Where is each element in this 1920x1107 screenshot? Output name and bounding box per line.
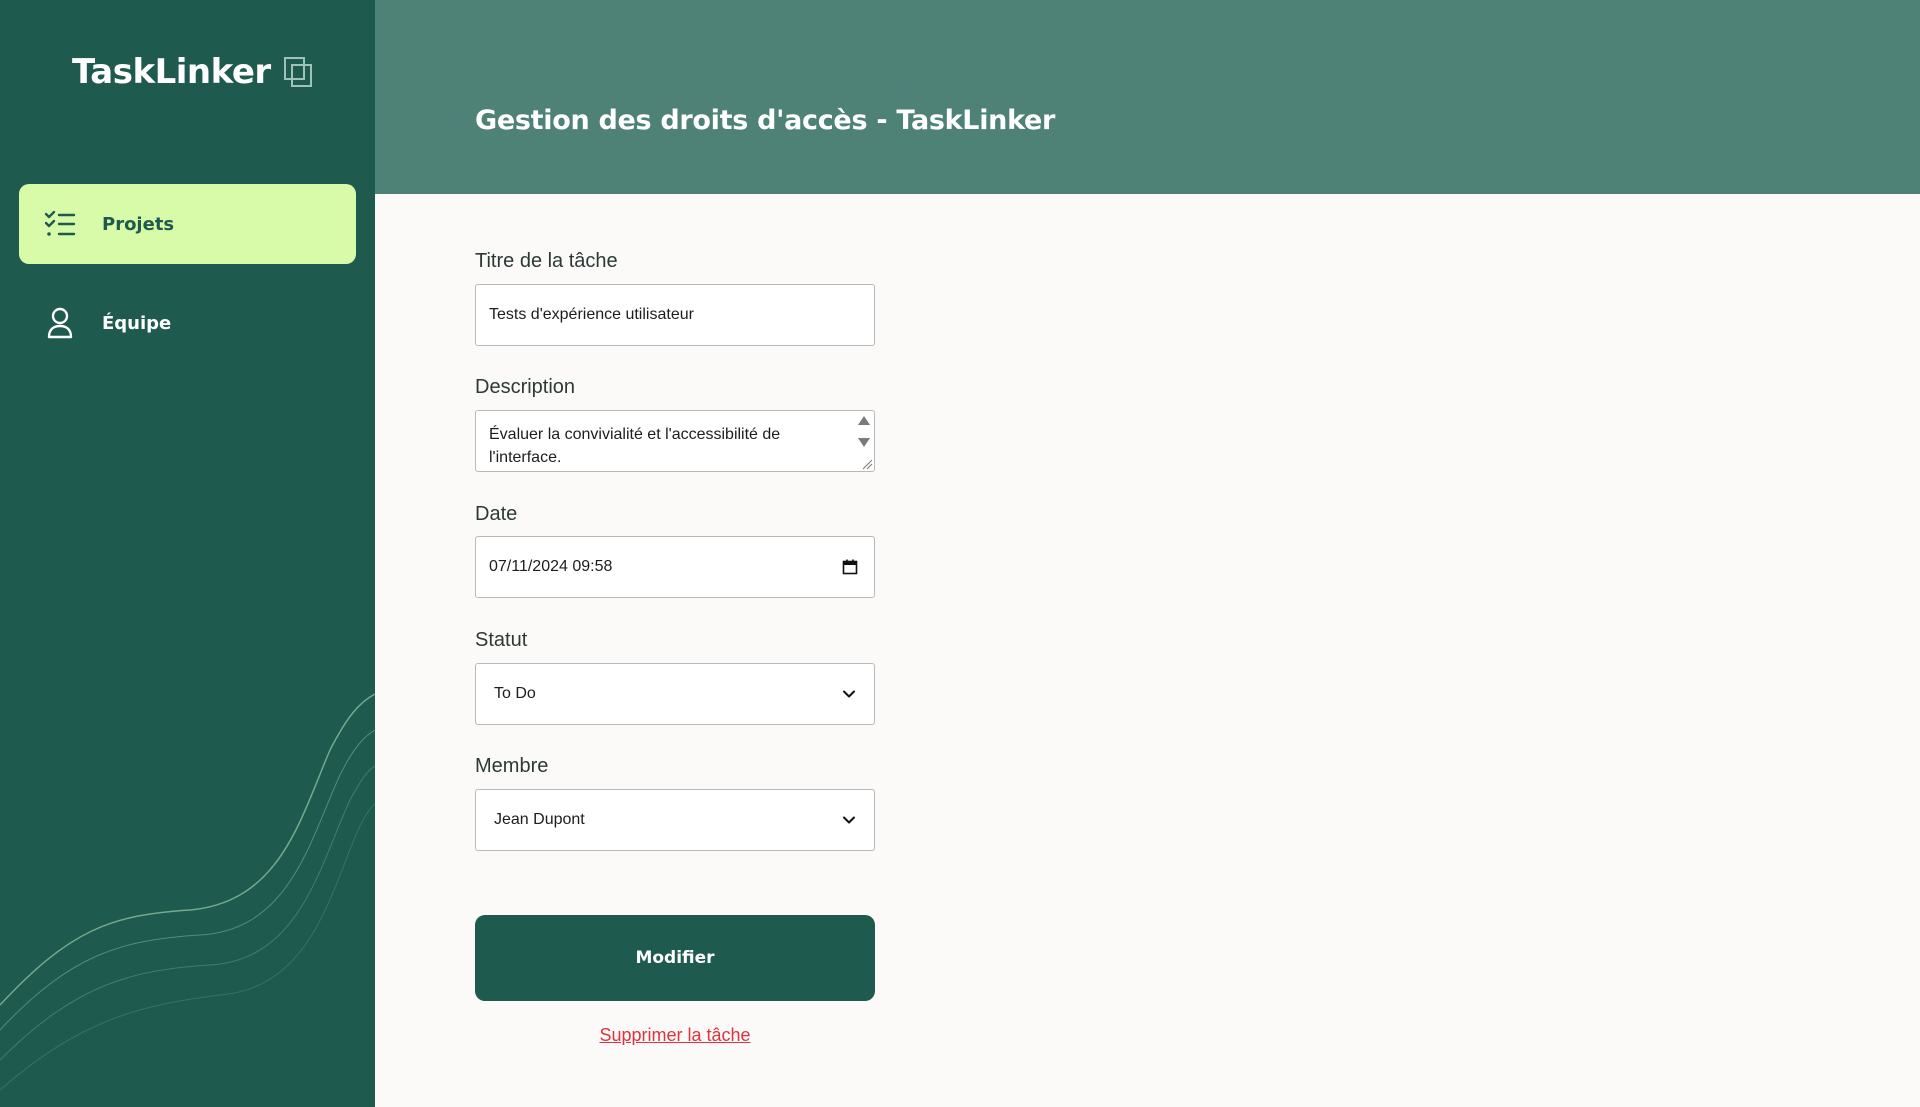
chevron-down-icon — [843, 690, 855, 698]
date-input[interactable]: 07/11/2024 09:58 — [475, 536, 875, 598]
date-input-value: 07/11/2024 09:58 — [489, 558, 613, 575]
modify-button[interactable]: Modifier — [475, 915, 875, 1001]
description-value: Évaluer la convivialité et l'accessibili… — [489, 426, 781, 466]
delete-task-link[interactable]: Supprimer la tâche — [475, 1025, 875, 1046]
sidebar: TaskLinker Projets Équipe — [0, 0, 375, 1107]
scroll-down-arrow-icon[interactable] — [858, 438, 870, 447]
decorative-waves — [0, 693, 375, 1091]
app-logo[interactable]: TaskLinker — [72, 52, 313, 92]
member-select-value: Jean Dupont — [494, 811, 585, 828]
sidebar-item-label: Projets — [102, 213, 175, 235]
page-header: Gestion des droits d'accès - TaskLinker — [375, 0, 1920, 194]
task-list-icon — [44, 208, 76, 240]
date-label: Date — [475, 503, 518, 525]
copy-icon — [283, 57, 312, 87]
user-icon — [44, 307, 76, 339]
status-label: Statut — [475, 629, 528, 651]
sidebar-item-equipe[interactable]: Équipe — [19, 283, 356, 363]
chevron-down-icon — [843, 816, 855, 824]
title-label: Titre de la tâche — [475, 250, 618, 272]
title-input-value: Tests d'expérience utilisateur — [489, 306, 694, 323]
title-input[interactable]: Tests d'expérience utilisateur — [475, 284, 875, 346]
sidebar-item-label: Équipe — [102, 312, 172, 334]
page-title: Gestion des droits d'accès - TaskLinker — [475, 105, 1056, 136]
member-select[interactable]: Jean Dupont — [475, 789, 875, 851]
scroll-up-arrow-icon[interactable] — [858, 416, 870, 425]
sidebar-item-projets[interactable]: Projets — [19, 184, 356, 264]
description-textarea[interactable]: Évaluer la convivialité et l'accessibili… — [475, 410, 875, 472]
calendar-icon[interactable] — [842, 559, 858, 575]
status-select-value: To Do — [494, 685, 536, 702]
resize-grip-icon[interactable] — [859, 456, 873, 470]
description-label: Description — [475, 376, 576, 398]
status-select[interactable]: To Do — [475, 663, 875, 725]
logo-text: TaskLinker — [72, 52, 271, 92]
member-label: Membre — [475, 755, 549, 777]
